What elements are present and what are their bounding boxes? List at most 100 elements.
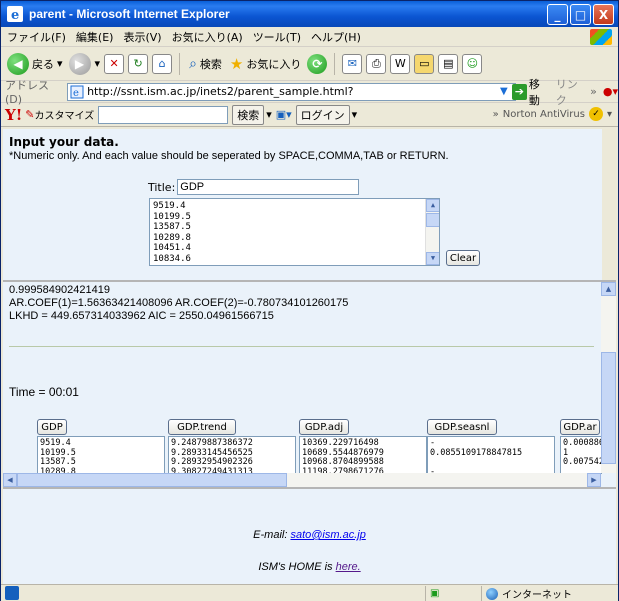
scroll-up-icon[interactable]: ▲	[601, 282, 616, 296]
chevron-right-icon[interactable]: »	[590, 85, 597, 98]
research-icon[interactable]: ▤	[438, 53, 459, 74]
forward-button[interactable]: ▶	[68, 52, 91, 75]
zone-cell: インターネット	[481, 586, 618, 601]
data-line: 10451.4	[153, 243, 191, 254]
login-dropdown-icon[interactable]: ▾	[352, 108, 358, 121]
output-horizontal-scrollbar[interactable]: ◀ ▶	[3, 473, 601, 487]
email-label: E-mail:	[253, 529, 291, 541]
scroll-right-icon[interactable]: ▶	[587, 473, 601, 487]
scroll-thumb[interactable]	[601, 352, 616, 464]
page-status-icon	[5, 586, 19, 600]
data-line: 10199.5	[153, 211, 191, 222]
yahoo-dropdown-icon[interactable]: ▾	[266, 108, 272, 121]
address-bar: アドレス(D) e http://ssnt.ism.ac.jp/inets2/p…	[1, 78, 618, 107]
yahoo-search-button[interactable]: 検索	[232, 104, 265, 125]
messenger-icon[interactable]: ☺	[462, 53, 483, 74]
norton-area: » Norton AntiVirus ✓ ▾	[493, 107, 612, 121]
menu-view[interactable]: 表示(V)	[123, 29, 161, 45]
divider	[9, 346, 594, 347]
close-button[interactable]: X	[593, 4, 614, 25]
folder-icon[interactable]: ▭	[414, 53, 435, 74]
menu-file[interactable]: ファイル(F)	[7, 29, 66, 45]
column-box-ar[interactable]: 0.000886 1 0.007542 0.011887	[560, 436, 602, 474]
data-line: 10289.8	[153, 232, 191, 243]
toolbar-extension-icon[interactable]: ●▾	[603, 85, 618, 98]
menu-edit[interactable]: 編集(E)	[76, 29, 114, 45]
zone-label: インターネット	[502, 590, 572, 601]
menu-help[interactable]: ヘルプ(H)	[311, 29, 361, 45]
column-label-ar[interactable]: GDP.ar	[560, 419, 600, 435]
refresh-icon[interactable]: ↻	[128, 53, 149, 74]
menu-tools[interactable]: ツール(T)	[253, 29, 301, 45]
data-textarea[interactable]: 9519.4 10199.5 13587.5 10289.8 10451.4 1…	[149, 198, 440, 266]
column-box-seasnl[interactable]: - 0.0855109178847815 - 0.046978347203711…	[427, 436, 555, 474]
footer-frame: E-mail: sato@ism.ac.jp ISM's HOME is her…	[3, 487, 616, 584]
yahoo-mail-icon[interactable]: ▣▾	[276, 108, 292, 121]
edit-icon[interactable]: W	[390, 53, 411, 74]
scroll-down-icon[interactable]: ▼	[426, 252, 439, 265]
scroll-thumb-horizontal[interactable]	[17, 473, 287, 487]
email-link[interactable]: sato@ism.ac.jp	[290, 529, 365, 541]
back-label: 戻る	[32, 57, 54, 71]
textarea-scrollbar[interactable]: ▲ ▼	[425, 199, 439, 265]
print-icon[interactable]: ⎙	[366, 53, 387, 74]
output-vertical-scrollbar[interactable]: ▲	[601, 282, 616, 473]
scroll-up-icon[interactable]: ▲	[426, 199, 439, 212]
home-link[interactable]: here.	[336, 561, 361, 573]
search-icon: ⌕	[189, 55, 197, 72]
home-label: ISM's HOME is	[258, 561, 336, 573]
data-line: 10834.6	[153, 253, 191, 264]
browser-window: e parent - Microsoft Internet Explorer _…	[0, 0, 619, 601]
search-label: 検索	[199, 57, 222, 71]
login-button[interactable]: ログイン	[295, 104, 350, 125]
output-frame: 0.999584902421419 AR.COEF(1)=1.563634214…	[3, 280, 616, 487]
maximize-button[interactable]: □	[570, 4, 591, 25]
time-readout: Time = 00:01	[9, 385, 79, 399]
column-label-adj[interactable]: GDP.adj	[299, 419, 349, 435]
forward-dropdown-icon[interactable]: ▾	[95, 57, 101, 70]
minimize-button[interactable]: _	[547, 4, 568, 25]
address-label: アドレス(D)	[5, 79, 49, 106]
clear-button[interactable]: Clear	[446, 250, 480, 266]
status-cell-security: ▣	[425, 586, 447, 601]
yahoo-search-input[interactable]	[98, 105, 229, 124]
dropdown-arrow-icon[interactable]: ▾	[57, 57, 63, 70]
favorites-star-icon: ★	[229, 54, 244, 73]
back-button[interactable]: ◀ 戻る ▾	[5, 52, 65, 75]
address-url: http://ssnt.ism.ac.jp/inets2/parent_samp…	[87, 85, 354, 98]
page-icon: e	[70, 85, 84, 99]
globe-icon	[486, 587, 498, 600]
stop-icon[interactable]: ✕	[104, 53, 125, 74]
home-icon[interactable]: ⌂	[152, 53, 173, 74]
scroll-left-icon[interactable]: ◀	[3, 473, 17, 487]
history-icon[interactable]: ⟳	[307, 53, 328, 74]
title-bar: e parent - Microsoft Internet Explorer _…	[1, 1, 618, 27]
yahoo-logo[interactable]: Y!	[5, 106, 22, 124]
address-dropdown-icon[interactable]: ▼	[500, 86, 508, 97]
favorites-button[interactable]: ★ お気に入り	[228, 55, 303, 73]
column-label-gdp[interactable]: GDP	[37, 419, 67, 435]
customize-label[interactable]: カスタマイズ	[35, 107, 95, 122]
column-box-gdp[interactable]: 9519.4 10199.5 13587.5 10289.8 10451.4	[37, 436, 165, 474]
column-box-trend[interactable]: 9.24879887386372 9.28933145456525 9.2893…	[168, 436, 296, 474]
form-note: *Numeric only. And each value should be …	[9, 150, 449, 162]
chevron-right-icon-2[interactable]: »	[493, 109, 499, 120]
svg-text:e: e	[73, 88, 79, 99]
norton-icon[interactable]: ✓	[588, 107, 603, 121]
mail-icon[interactable]: ✉	[342, 53, 363, 74]
toolbar-separator	[179, 52, 181, 75]
input-frame: Input your data. *Numeric only. And each…	[3, 129, 602, 280]
address-input[interactable]: e http://ssnt.ism.ac.jp/inets2/parent_sa…	[67, 82, 517, 101]
scroll-thumb[interactable]	[426, 213, 439, 227]
norton-label[interactable]: Norton AntiVirus	[503, 109, 585, 120]
pencil-icon[interactable]: ✎	[25, 108, 34, 121]
security-icon: ▣	[430, 588, 440, 599]
menu-favorites[interactable]: お気に入り(A)	[172, 29, 243, 45]
email-line: E-mail: sato@ism.ac.jp	[3, 529, 616, 541]
search-button[interactable]: ⌕ 検索	[187, 56, 224, 72]
column-label-trend[interactable]: GDP.trend	[168, 419, 236, 435]
column-label-seasnl[interactable]: GDP.seasnl	[427, 419, 497, 435]
norton-dropdown-icon[interactable]: ▾	[607, 109, 612, 120]
title-input[interactable]	[177, 179, 360, 195]
column-box-adj[interactable]: 10369.229716498 10689.5544876979 10968.8…	[299, 436, 427, 474]
